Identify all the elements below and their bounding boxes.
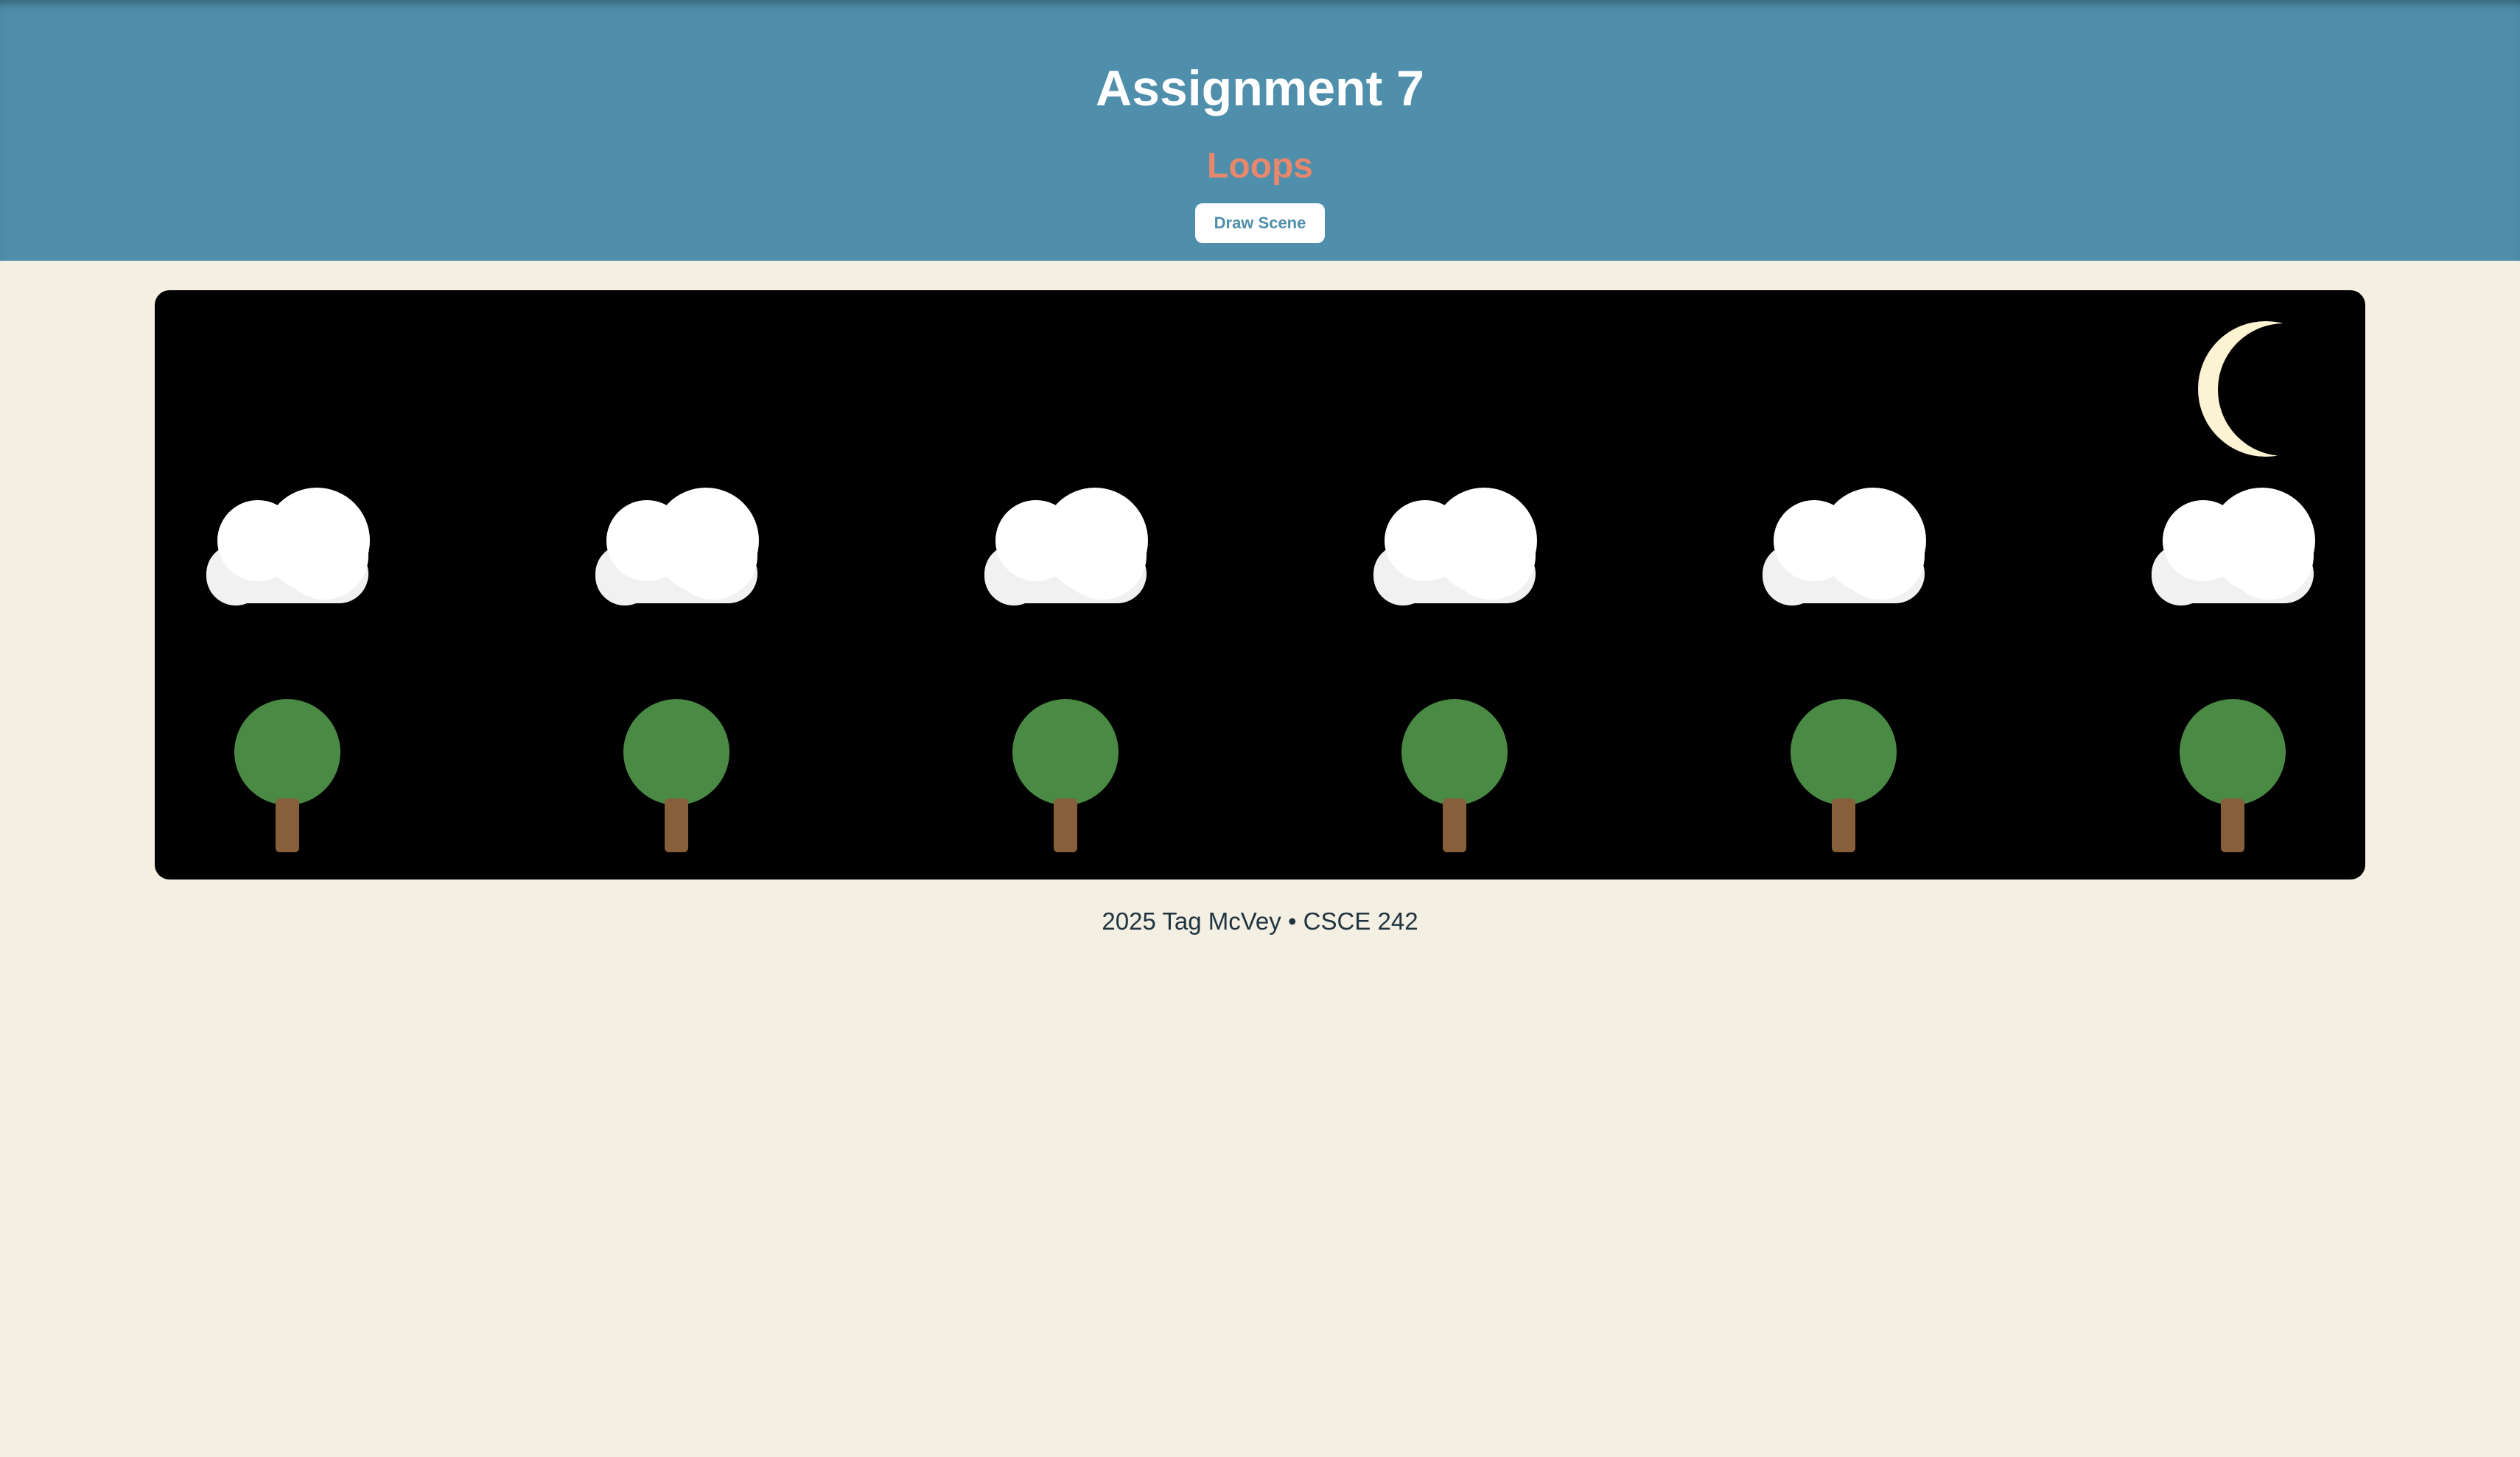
scene-drawing: [206, 321, 2334, 852]
cloud-icon: [595, 488, 759, 605]
cloud-icon: [984, 488, 1148, 605]
footer-credit: 2025 Tag McVey • CSCE 242: [1102, 907, 1418, 935]
tree-icon: [1401, 699, 1508, 852]
page-subtitle: Loops: [1207, 147, 1313, 186]
page-title: Assignment 7: [1096, 60, 1424, 116]
cloud-icon: [1763, 488, 1926, 605]
tree-icon: [1012, 699, 1119, 852]
cloud-icon: [2152, 488, 2315, 605]
scene-canvas: [155, 290, 2365, 880]
draw-scene-button[interactable]: Draw Scene: [1195, 203, 1325, 243]
cloud-icon: [1373, 488, 1537, 605]
tree-icon: [1791, 699, 1897, 852]
page-header: Assignment 7 Loops Draw Scene: [0, 0, 2520, 261]
crescent-moon-icon: [2198, 321, 2334, 457]
tree-icon: [2180, 699, 2286, 852]
tree-icon: [234, 699, 340, 852]
cloud-icon: [206, 488, 370, 605]
tree-icon: [623, 699, 729, 852]
